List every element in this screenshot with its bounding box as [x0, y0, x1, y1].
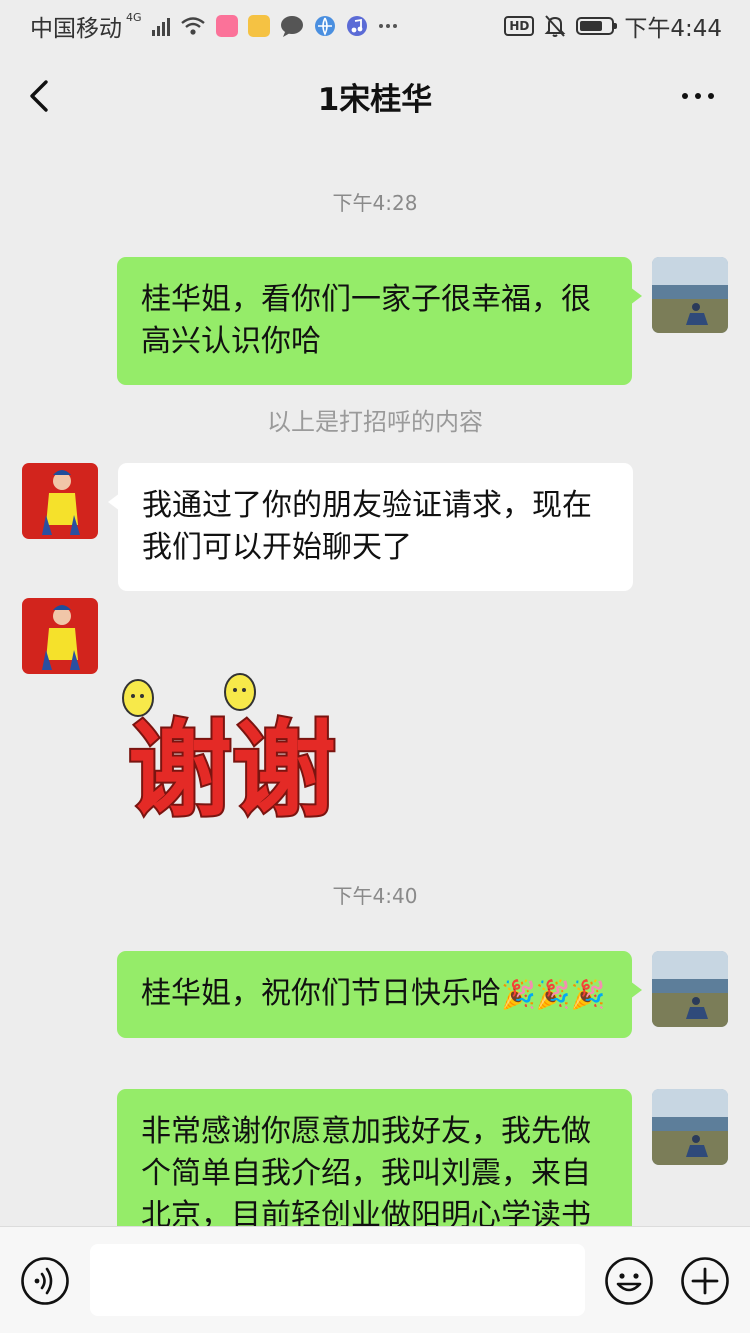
more-dots-icon: [378, 24, 397, 28]
mute-bell-icon: [544, 15, 566, 37]
message-bubble-sent[interactable]: 桂华姐，祝你们节日快乐哈🎉🎉🎉: [117, 951, 642, 1038]
contact-avatar[interactable]: [22, 463, 98, 539]
contact-avatar[interactable]: [22, 598, 98, 674]
signal-icon: [151, 16, 170, 36]
message-bubble-sent[interactable]: 桂华姐，看你们一家子很幸福，很高兴认识你哈: [117, 257, 642, 385]
chat-input-bar: [0, 1226, 750, 1333]
hd-badge: HD: [504, 16, 535, 36]
emoji-face-icon[interactable]: [604, 1256, 654, 1306]
status-bar-left: 中国移动 4G: [30, 9, 398, 43]
chat-app-icon: [280, 16, 303, 37]
notes-app-icon: [247, 15, 270, 37]
voice-icon[interactable]: [20, 1256, 70, 1306]
my-avatar[interactable]: [652, 951, 728, 1027]
message-text: 桂华姐，看你们一家子很幸福，很高兴认识你哈: [141, 282, 591, 359]
party-popper-emoji: 🎉: [535, 977, 571, 1011]
my-avatar[interactable]: [652, 1089, 728, 1165]
wifi-icon: [180, 17, 205, 35]
network-type: 4G: [126, 10, 142, 24]
chat-title: 1宋桂华: [317, 81, 433, 118]
chat-header: 1宋桂华: [0, 52, 750, 140]
battery-icon: [576, 17, 618, 35]
party-popper-emoji: 🎉: [501, 977, 536, 1011]
message-timestamp: 下午4:40: [332, 884, 418, 908]
status-bar: 中国移动 4G HD 下午4:44: [0, 0, 750, 52]
message-timestamp: 下午4:28: [332, 191, 418, 215]
thanks-sticker[interactable]: 谢谢: [112, 668, 352, 833]
system-note: 以上是打招呼的内容: [267, 408, 483, 436]
message-input[interactable]: [90, 1244, 585, 1316]
status-time: 下午4:44: [624, 16, 722, 42]
message-bubble-sent[interactable]: 非常感谢你愿意加我好友，我先做个简单自我介绍，我叫刘震，来自北京，目前轻创业做阳…: [117, 1089, 632, 1249]
status-bar-right: HD 下午4:44: [504, 9, 722, 43]
more-options-button[interactable]: [682, 88, 722, 104]
sticker-text: 谢谢: [128, 709, 336, 828]
message-text: 非常感谢你愿意加我好友，我先做个简单自我介绍，我叫刘震，来自北京，目前轻创业做阳…: [141, 1114, 591, 1233]
my-avatar[interactable]: [652, 257, 728, 333]
browser-app-icon: [314, 16, 335, 36]
message-text: 桂华姐，祝你们节日快乐哈: [141, 976, 501, 1011]
message-text: 我通过了你的朋友验证请求，现在我们可以开始聊天了: [142, 488, 592, 565]
message-bubble-received[interactable]: 我通过了你的朋友验证请求，现在我们可以开始聊天了: [108, 463, 633, 591]
carrier-label: 中国移动: [30, 16, 122, 42]
plus-circle-icon[interactable]: [680, 1256, 730, 1306]
chevron-left-icon[interactable]: [22, 76, 62, 116]
music-app-icon: [346, 16, 367, 36]
party-popper-emoji: 🎉: [570, 977, 606, 1011]
bilibili-app-icon: [215, 15, 238, 37]
